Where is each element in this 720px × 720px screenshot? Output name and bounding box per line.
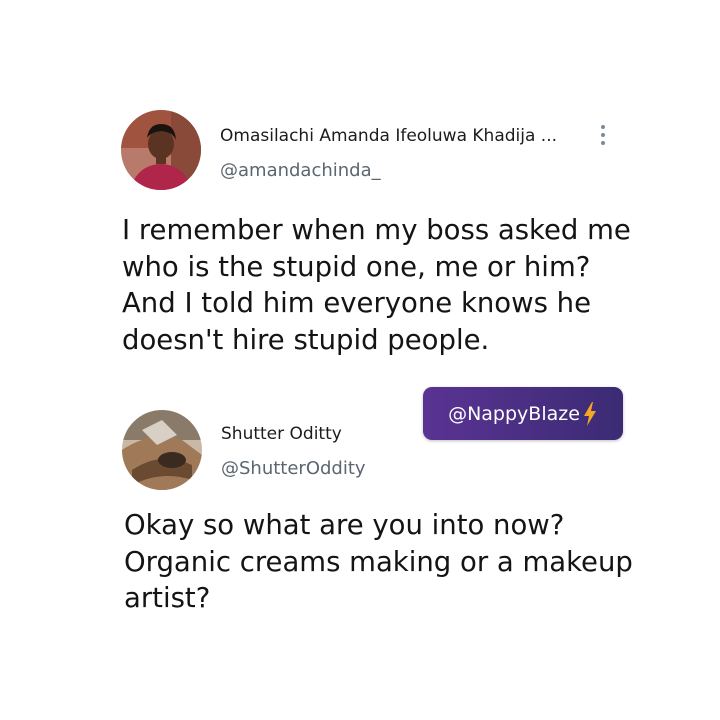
reply-text-line: Okay so what are you into now? [124, 509, 565, 541]
tweet-text-line: doesn't hire stupid people. [122, 323, 490, 356]
profile-photo-icon [122, 410, 202, 490]
author-handle[interactable]: @amandachinda_ [220, 160, 381, 181]
reply-author-avatar[interactable] [122, 410, 202, 490]
profile-photo-icon [121, 110, 201, 190]
lightning-bolt-icon [583, 401, 596, 426]
tweet-text: I remember when my boss asked me who is … [122, 212, 631, 358]
reply-text-line: artist? [124, 582, 211, 614]
tweet-text-line: I remember when my boss asked me [122, 214, 631, 246]
reply-text-line: Organic creams making or a makeup [124, 545, 633, 578]
reply-author-handle[interactable]: @ShutterOddity [221, 458, 366, 479]
reply-text: Okay so what are you into now? Organic c… [124, 507, 633, 617]
author-avatar[interactable] [121, 110, 201, 190]
watermark-badge: @NappyBlaze [423, 387, 623, 440]
more-vertical-icon[interactable] [596, 124, 610, 146]
author-display-name[interactable]: Omasilachi Amanda Ifeoluwa Khadija ... [220, 126, 557, 146]
tweet-text-line: And I told him everyone knows he [122, 287, 592, 319]
reply-author-display-name[interactable]: Shutter Oditty [221, 424, 342, 444]
tweet-text-line: who is the stupid one, me or him? [122, 250, 591, 283]
watermark-text: @NappyBlaze [448, 402, 580, 425]
